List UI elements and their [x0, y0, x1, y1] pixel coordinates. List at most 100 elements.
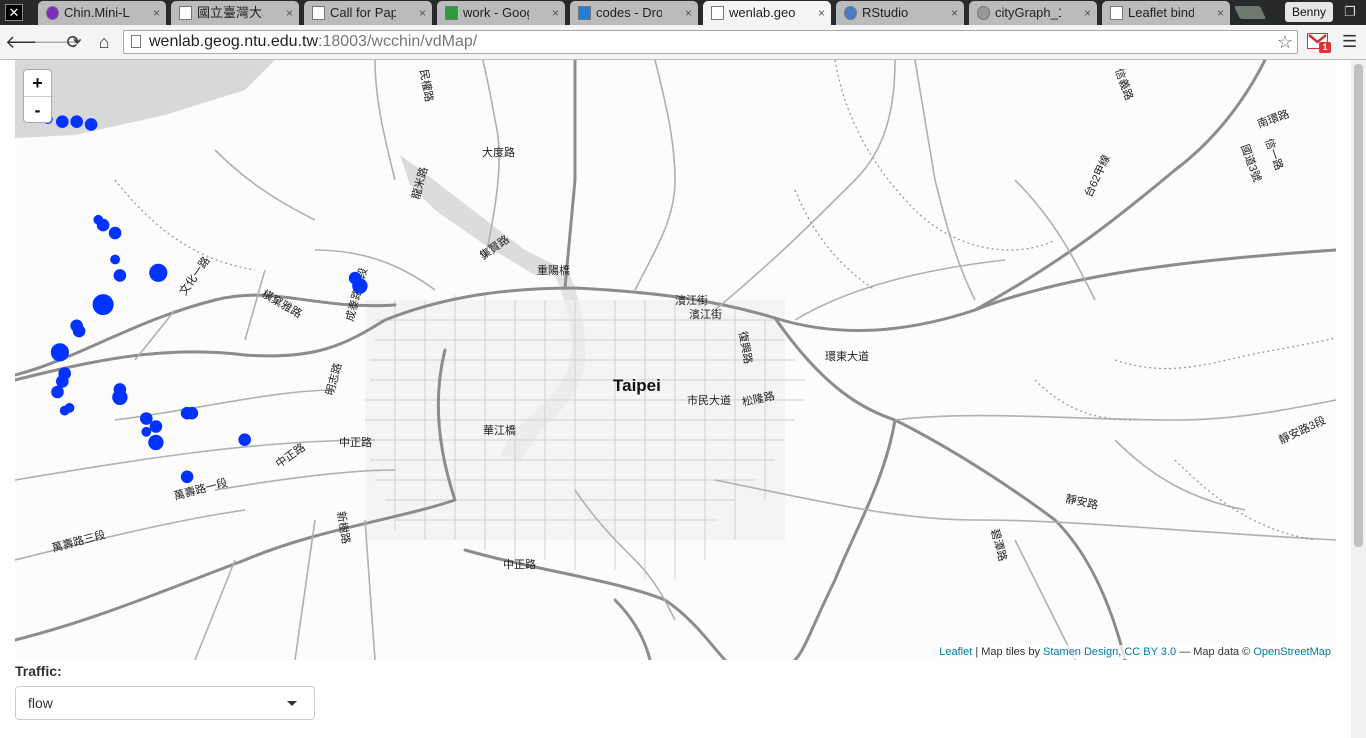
road-label: 信一路 [1262, 137, 1286, 172]
traffic-station-marker[interactable] [149, 420, 163, 433]
traffic-station-marker[interactable] [352, 278, 368, 294]
traffic-selected-value: flow [28, 695, 53, 711]
road-label: 明志路 [323, 362, 344, 397]
page-icon [179, 6, 192, 20]
road-label: 文化一路 [176, 254, 213, 298]
reload-icon[interactable]: ⟳ [62, 31, 86, 53]
traffic-select[interactable]: flow [15, 686, 315, 720]
tab-close-icon[interactable]: × [419, 1, 426, 25]
scrollbar-thumb[interactable] [1354, 64, 1363, 547]
tab-close-icon[interactable]: × [552, 1, 559, 25]
road-label: 台62甲線 [1081, 152, 1113, 199]
road-label: 市民大道 [687, 393, 731, 407]
leaflet-link[interactable]: Leaflet [939, 646, 972, 658]
page-scrollbar[interactable] [1351, 60, 1366, 738]
page-icon [711, 6, 724, 20]
traffic-station-marker[interactable] [70, 115, 84, 129]
traffic-station-marker[interactable] [96, 218, 110, 232]
address-bar[interactable]: wenlab.geog.ntu.edu.tw:18003/wcchin/vdMa… [123, 30, 1298, 54]
browser-tab-bar: ✕ Chin.Mini-Lab×國立臺灣大學×Call for Papers×w… [0, 0, 1366, 25]
traffic-station-marker[interactable] [50, 343, 70, 362]
tab-title: Leaflet binding [1128, 5, 1194, 20]
tab-title: Chin.Mini-Lab [64, 5, 130, 20]
browser-toolbar: 🡐 🡒 ⟳ ⌂ wenlab.geog.ntu.edu.tw:18003/wcc… [0, 25, 1366, 60]
menu-icon[interactable]: ☰ [1342, 32, 1360, 52]
browser-tab[interactable]: codes - Dropb × [570, 1, 698, 25]
traffic-station-marker[interactable] [185, 406, 199, 420]
chevron-down-icon [287, 701, 297, 706]
map[interactable]: 大度路 重陽橋 濱江街 濱江街 復興路 環東大道 市民大道 松隆路 華江橋 中正… [15, 60, 1336, 660]
page-icon [312, 6, 325, 20]
traffic-station-marker[interactable] [51, 385, 64, 399]
road-label: 華江橋 [483, 423, 516, 437]
tab-close-icon[interactable]: × [286, 1, 293, 25]
traffic-station-marker[interactable] [180, 470, 194, 484]
tab-close-icon[interactable]: × [818, 1, 825, 25]
road-label: 萬壽路三段 [50, 527, 107, 555]
road-label: 濱江街 [675, 293, 708, 307]
tab-title: Call for Papers [330, 5, 396, 20]
browser-tab[interactable]: cityGraph_101 × [969, 1, 1097, 25]
browser-tab[interactable]: Leaflet binding × [1102, 1, 1230, 25]
traffic-station-marker[interactable] [238, 433, 251, 447]
road-label: 靜安路3段 [1276, 413, 1327, 447]
traffic-station-marker[interactable] [112, 389, 128, 405]
dropbox-icon [578, 6, 591, 20]
new-tab-button[interactable] [1233, 6, 1267, 19]
tab-close-icon[interactable]: × [685, 1, 692, 25]
tab-close-icon[interactable]: × [951, 1, 958, 25]
drive-icon [445, 6, 458, 20]
bookmark-star-icon[interactable]: ☆ [1277, 31, 1293, 53]
browser-tab[interactable]: RStudio × [836, 1, 964, 25]
back-icon[interactable]: 🡐 [5, 31, 53, 53]
browser-tab[interactable]: wenlab.geog.nt × [703, 1, 831, 25]
zoom-in-button[interactable]: + [24, 70, 51, 97]
window-close-icon[interactable]: ✕ [5, 4, 23, 21]
attribution-text: | Map tiles by [972, 646, 1044, 658]
browser-tab[interactable]: Chin.Mini-Lab × [38, 1, 166, 25]
osm-link[interactable]: OpenStreetMap [1253, 646, 1331, 658]
traffic-station-marker[interactable] [72, 324, 86, 338]
tab-close-icon[interactable]: × [1217, 1, 1224, 25]
license-link[interactable]: CC BY 3.0 [1124, 646, 1176, 658]
traffic-station-marker[interactable] [84, 118, 98, 131]
tab-title: work - Google [463, 5, 529, 20]
road-label: 中正路 [503, 558, 536, 571]
traffic-station-marker[interactable] [108, 226, 122, 240]
traffic-station-marker[interactable] [56, 115, 69, 129]
road-label: 南環路 [1256, 107, 1291, 131]
browser-tab[interactable]: 國立臺灣大學 × [171, 1, 299, 25]
browser-tab[interactable]: Call for Papers × [304, 1, 432, 25]
traffic-station-marker[interactable] [140, 412, 153, 425]
zoom-out-button[interactable]: - [24, 97, 51, 123]
traffic-station-marker[interactable] [148, 434, 164, 451]
traffic-station-marker[interactable] [113, 269, 127, 282]
profile-button[interactable]: Benny [1285, 2, 1333, 22]
city-label: Taipei [613, 376, 661, 395]
road-label: 中正路 [273, 441, 307, 471]
gmail-count-badge: 1 [1319, 42, 1331, 53]
stamen-link[interactable]: Stamen Design [1043, 646, 1118, 658]
road-label: 民權路 [417, 68, 436, 103]
map-attribution: Leaflet | Map tiles by Stamen Design, CC… [935, 645, 1331, 659]
browser-tab[interactable]: work - Google × [437, 1, 565, 25]
traffic-station-marker[interactable] [141, 426, 152, 437]
traffic-station-marker[interactable] [56, 375, 69, 388]
traffic-station-marker[interactable] [64, 403, 75, 413]
traffic-station-marker[interactable] [149, 263, 168, 282]
page-icon [131, 35, 141, 48]
url-path: :18003/wcchin/vdMap/ [318, 33, 478, 50]
road-label: 環東大道 [825, 349, 869, 363]
page-icon [1110, 6, 1123, 20]
traffic-station-marker[interactable] [92, 294, 114, 316]
traffic-station-marker[interactable] [110, 254, 120, 265]
road-label: 橫窠雅路 [260, 286, 305, 320]
tab-title: cityGraph_101 [995, 5, 1061, 20]
loading-icon [977, 6, 990, 20]
rstudio-icon [844, 6, 857, 20]
tab-close-icon[interactable]: × [153, 1, 160, 25]
window-restore-icon[interactable]: ❐ [1340, 3, 1360, 21]
home-icon[interactable]: ⌂ [92, 31, 116, 53]
forward-icon[interactable]: 🡒 [33, 31, 81, 53]
tab-close-icon[interactable]: × [1084, 1, 1091, 25]
